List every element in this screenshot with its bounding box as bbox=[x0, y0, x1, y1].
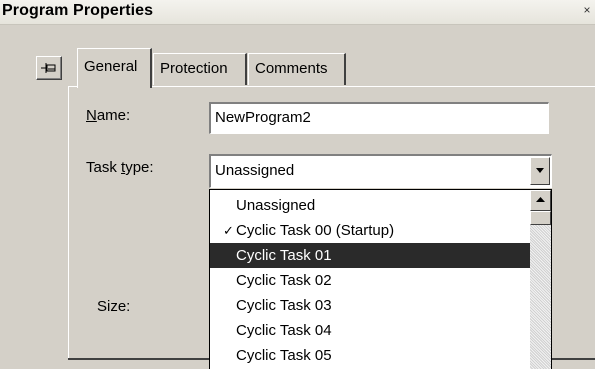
task-type-dropdown[interactable]: Unassigned bbox=[209, 154, 552, 188]
list-item-cyclic-task-01[interactable]: Cyclic Task 01 bbox=[210, 243, 530, 268]
pin-button[interactable] bbox=[36, 56, 62, 80]
task-type-options-list[interactable]: Unassigned ✓ Cyclic Task 00 (Startup) Cyc… bbox=[209, 189, 552, 369]
scroll-up-button[interactable] bbox=[530, 190, 551, 211]
program-properties-window: Program Properties × General Protection … bbox=[0, 0, 595, 369]
task-type-value: Unassigned bbox=[215, 162, 295, 179]
dropdown-button[interactable] bbox=[530, 157, 550, 185]
scroll-thumb[interactable] bbox=[530, 211, 551, 225]
list-item-cyclic-task-05[interactable]: Cyclic Task 05 bbox=[210, 343, 530, 368]
task-type-label: Task type: bbox=[86, 159, 154, 176]
window-title: Program Properties bbox=[2, 2, 154, 19]
pin-icon bbox=[41, 63, 56, 73]
list-item-cyclic-task-00[interactable]: ✓ Cyclic Task 00 (Startup) bbox=[210, 218, 530, 243]
list-item-unassigned[interactable]: Unassigned bbox=[210, 193, 530, 218]
tab-general[interactable]: General bbox=[77, 48, 152, 88]
tab-protection[interactable]: Protection bbox=[153, 53, 247, 85]
size-label: Size: bbox=[97, 298, 131, 315]
chevron-down-icon bbox=[536, 168, 544, 173]
list-item-cyclic-task-02[interactable]: Cyclic Task 02 bbox=[210, 268, 530, 293]
tab-comments[interactable]: Comments bbox=[248, 53, 346, 85]
options-list: Unassigned ✓ Cyclic Task 00 (Startup) Cyc… bbox=[210, 193, 530, 368]
checkmark-icon: ✓ bbox=[223, 223, 234, 238]
list-item-cyclic-task-04[interactable]: Cyclic Task 04 bbox=[210, 318, 530, 343]
name-field[interactable]: NewProgram2 bbox=[209, 102, 549, 134]
title-bar[interactable]: Program Properties × bbox=[0, 0, 595, 25]
vertical-scrollbar[interactable] bbox=[530, 190, 551, 369]
arrow-up-icon bbox=[536, 197, 545, 202]
name-label: Name: bbox=[86, 107, 131, 124]
list-item-cyclic-task-03[interactable]: Cyclic Task 03 bbox=[210, 293, 530, 318]
close-icon[interactable]: × bbox=[581, 3, 593, 17]
